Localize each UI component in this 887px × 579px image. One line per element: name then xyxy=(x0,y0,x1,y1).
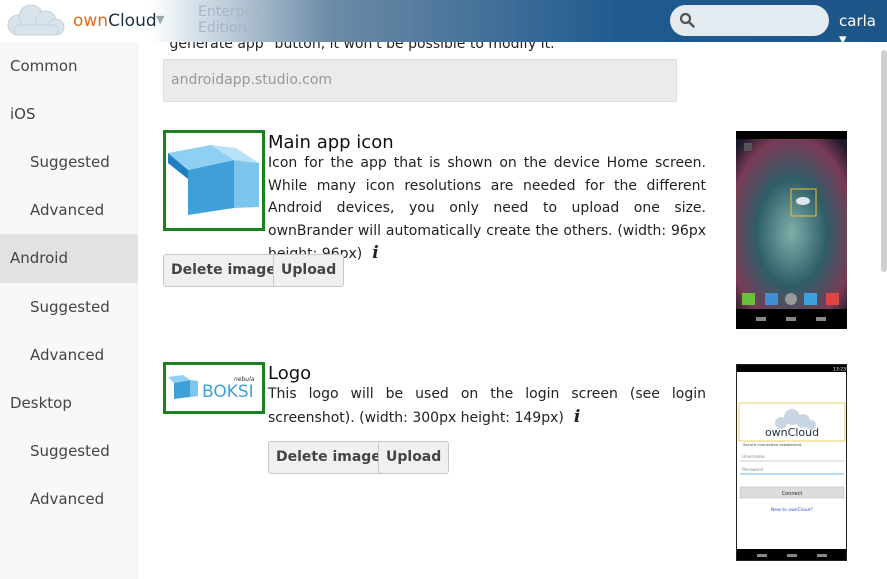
app-name-own: own xyxy=(73,11,109,31)
upload-icon-button[interactable]: Upload xyxy=(273,254,345,287)
main-app-icon-description-text: Icon for the app that is shown on the de… xyxy=(268,155,706,262)
sidebar-item-desktop-advanced[interactable]: Advanced xyxy=(0,475,138,523)
search-icon xyxy=(679,12,695,28)
boksi-logo-image: nebula BOKSI xyxy=(168,375,255,402)
android-home-screenshot xyxy=(736,131,847,329)
info-icon[interactable]: i xyxy=(372,243,378,263)
home-screen-preview xyxy=(736,131,847,329)
login-brand-text: ownCloud xyxy=(765,426,819,439)
android-login-screenshot: 13:23 ownCloud Secure connection establi… xyxy=(737,365,846,560)
main-app-icon-title: Main app icon xyxy=(268,132,394,153)
sidebar-item-android-advanced[interactable]: Advanced xyxy=(0,331,138,379)
connect-button-label: Connect xyxy=(782,491,803,497)
logo-description: This logo will be used on the login scre… xyxy=(268,383,706,429)
top-bar: ownCloud ▼ Enterprise Edition carla ▾ xyxy=(0,0,887,48)
sidebar-item-ios-suggested[interactable]: Suggested xyxy=(0,138,138,186)
app-name-cloud: Cloud xyxy=(108,11,157,31)
main-app-icon-preview xyxy=(163,130,265,231)
main-app-icon-description: Icon for the app that is shown on the de… xyxy=(268,152,706,266)
secure-connection-text: Secure connection established xyxy=(743,442,802,447)
scrollbar[interactable] xyxy=(881,50,887,272)
sidebar-item-android-suggested[interactable]: Suggested xyxy=(0,283,138,331)
logo-preview: nebula BOKSI xyxy=(163,362,265,414)
new-account-link: New to ownCloud? xyxy=(771,507,813,513)
edition-line-2: Edition xyxy=(198,20,247,36)
username-label: Username xyxy=(742,454,765,460)
logo-title: Logo xyxy=(268,363,312,384)
owncloud-logo-icon[interactable] xyxy=(4,3,66,37)
status-time: 13:23 xyxy=(833,367,846,373)
apps-menu-caret-icon[interactable]: ▼ xyxy=(156,13,164,26)
app-name[interactable]: ownCloud xyxy=(73,11,157,31)
delete-icon-image-button[interactable]: Delete image xyxy=(163,254,284,287)
sidebar-item-desktop-suggested[interactable]: Suggested xyxy=(0,427,138,475)
cube-icon xyxy=(168,145,259,215)
search-input[interactable] xyxy=(700,9,820,31)
sidebar-item-android[interactable]: Android xyxy=(0,234,138,283)
app-id-field[interactable]: androidapp.studio.com xyxy=(163,59,677,102)
login-screen-preview: 13:23 ownCloud Secure connection establi… xyxy=(736,364,847,561)
delete-logo-image-button[interactable]: Delete image xyxy=(268,441,389,474)
upload-logo-button[interactable]: Upload xyxy=(378,441,450,474)
main-content: "generate app" button, it won't be possi… xyxy=(138,42,887,579)
sidebar-item-desktop[interactable]: Desktop xyxy=(0,379,138,427)
edition-line-1: Enterprise xyxy=(198,4,271,20)
logo-description-text: This logo will be used on the login scre… xyxy=(268,386,706,426)
sidebar-item-ios[interactable]: iOS xyxy=(0,90,138,138)
logo-brand-text: BOKSI xyxy=(202,382,254,402)
edition-label: Enterprise Edition xyxy=(198,4,270,36)
sidebar-item-common[interactable]: Common xyxy=(0,42,138,90)
sidebar: Common iOS Suggested Advanced Android Su… xyxy=(0,42,138,579)
sidebar-item-ios-advanced[interactable]: Advanced xyxy=(0,186,138,234)
password-label: Password xyxy=(742,467,763,473)
app-id-note: "generate app" button, it won't be possi… xyxy=(163,42,555,52)
info-icon[interactable]: i xyxy=(574,407,580,427)
